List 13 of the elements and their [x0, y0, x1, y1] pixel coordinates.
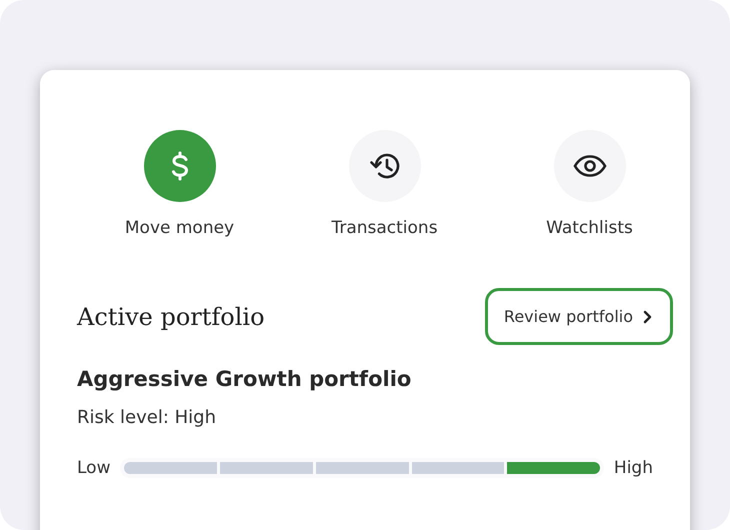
low-label: Low	[77, 458, 110, 478]
dollar-icon	[170, 151, 190, 181]
history-icon	[368, 151, 400, 181]
action-button[interactable]: Move money	[77, 130, 282, 238]
action-button[interactable]: Transactions	[282, 130, 487, 238]
chevron-right-icon	[643, 310, 652, 324]
section-heading: Active portfolio	[77, 302, 265, 330]
high-label: High	[614, 458, 653, 478]
risk-level-text: Risk level: High	[77, 407, 217, 428]
action-button[interactable]: Watchlists	[487, 130, 692, 238]
portfolio-name: Aggressive Growth portfolio	[77, 367, 412, 391]
review-portfolio-button[interactable]: Review portfolio	[484, 288, 673, 345]
eye-icon	[572, 154, 606, 178]
